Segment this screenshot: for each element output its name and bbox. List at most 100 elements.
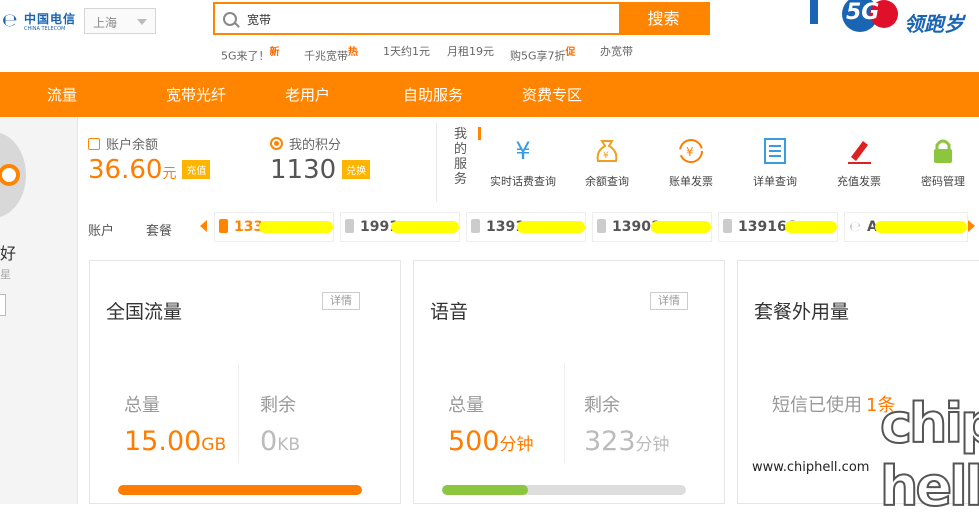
search-icon — [223, 12, 237, 26]
total-value: 15.00GB — [124, 426, 227, 457]
city-value: 上海 — [93, 16, 118, 30]
phone-icon — [471, 219, 480, 233]
redaction-mark — [875, 221, 967, 233]
usage-progress-fill — [442, 485, 529, 495]
services-title: 我的服务 — [454, 127, 468, 187]
divider — [436, 122, 437, 202]
watermark-url: www.chiphell.com — [752, 460, 870, 475]
account-tab[interactable]: 1391 — [466, 212, 586, 242]
hot-link-broadband[interactable]: 办宽带 — [600, 43, 633, 59]
usage-progress-bar — [442, 485, 686, 495]
hot-link-5g[interactable]: 5G来了！新 — [221, 43, 280, 64]
service-label: 密码管理 — [921, 175, 965, 188]
account-label: 账户 — [88, 224, 115, 239]
account-tab[interactable]: ℮ A — [844, 212, 968, 242]
logo-subtext: CHINA TELECOM — [24, 26, 66, 32]
banner-5g-text: 5G — [846, 0, 880, 25]
balance-amount: 36.60元 充值 — [88, 155, 211, 185]
money-bag-icon: ¥ — [567, 137, 647, 165]
account-tab[interactable]: 133 — [214, 212, 334, 242]
service-detail-query[interactable]: 详单查询 — [735, 137, 815, 189]
account-tab[interactable]: 1991 — [340, 212, 460, 242]
bill-refresh-icon: ¥ — [651, 137, 731, 165]
remain-label: 剩余 — [584, 395, 620, 416]
service-balance-query[interactable]: ¥ 余额查询 — [567, 137, 647, 189]
service-label: 余额查询 — [585, 175, 629, 188]
phone-icon — [723, 219, 732, 233]
watermark-logo: chip hell — [879, 391, 979, 518]
service-recharge-invoice[interactable]: 充值发票 — [819, 137, 899, 189]
redaction-mark — [517, 221, 585, 233]
total-value: 500分钟 — [448, 426, 534, 457]
greeting-text: 好 — [0, 244, 17, 263]
voice-usage-card: 语音 详情 总量 500分钟 剩余 323分钟 — [413, 260, 725, 504]
phone-icon — [345, 219, 354, 233]
search-input[interactable] — [247, 9, 617, 29]
phone-icon — [219, 219, 228, 233]
user-button[interactable] — [0, 294, 6, 316]
detail-button[interactable]: 详情 — [650, 292, 688, 310]
hot-link-daily[interactable]: 1天约1元 — [383, 43, 430, 59]
avatar-ring-icon — [0, 164, 20, 186]
points-value: 1130 兑换 — [270, 155, 371, 185]
account-switcher: 账户 套餐 133 1991 1391 13901 139166 ℮ A — [78, 208, 979, 248]
nav-item-tariffs[interactable]: 资费专区 — [522, 84, 582, 105]
redaction-mark — [391, 221, 459, 233]
service-bill-invoice[interactable]: ¥ 账单发票 — [651, 137, 731, 189]
site-watermark: chip hell www.chiphell.com — [752, 388, 979, 518]
svg-text:¥: ¥ — [603, 151, 609, 161]
service-label: 充值发票 — [837, 175, 881, 188]
divider — [564, 363, 565, 463]
lock-icon — [903, 137, 979, 165]
redaction-mark — [785, 221, 837, 233]
services-accent — [478, 127, 481, 140]
hot-link-discount[interactable]: 购5G享7折促 — [510, 43, 576, 64]
service-label: 实时话费查询 — [490, 175, 556, 188]
nav-item-existing-users[interactable]: 老用户 — [285, 84, 330, 105]
chevron-down-icon — [137, 19, 147, 25]
detail-button[interactable]: 详情 — [322, 292, 360, 310]
china-telecom-logo[interactable]: ℮ 中国电信 CHINA TELECOM — [0, 6, 78, 36]
pen-invoice-icon — [819, 137, 899, 165]
broadband-icon: ℮ — [849, 219, 861, 235]
main-nav: 流量 宽带光纤 老用户 自助服务 资费专区 — [0, 72, 979, 117]
search-box: 搜索 — [213, 2, 710, 35]
nav-item-broadband[interactable]: 宽带光纤 — [166, 84, 226, 105]
data-usage-card: 全国流量 详情 总量 15.00GB 剩余 0KB — [89, 260, 401, 504]
nav-item-self-service[interactable]: 自助服务 — [403, 84, 463, 105]
balance-panel: 账户余额 36.60元 充值 我的积分 1130 兑换 — [78, 117, 436, 203]
hot-link-monthly[interactable]: 月租19元 — [447, 43, 494, 59]
divider — [238, 363, 239, 463]
account-tab[interactable]: 139166 — [718, 212, 838, 242]
list-icon — [735, 137, 815, 165]
total-label: 总量 — [448, 395, 484, 416]
service-password[interactable]: 密码管理 — [903, 137, 979, 189]
promo-banner[interactable]: 5G 领跑岁 — [800, 0, 979, 36]
recharge-button[interactable]: 充值 — [182, 160, 211, 179]
account-tab[interactable]: 13901 — [592, 212, 712, 242]
balance-label: 账户余额 — [88, 134, 158, 153]
service-label: 详单查询 — [753, 175, 797, 188]
card-title: 语音 — [430, 301, 469, 323]
total-label: 总量 — [124, 395, 160, 416]
redeem-button[interactable]: 兑换 — [342, 160, 371, 179]
usage-progress-bar — [118, 485, 362, 495]
card-title: 全国流量 — [106, 301, 183, 323]
banner-slogan: 领跑岁 — [904, 12, 964, 36]
hot-link-gigabit[interactable]: 千兆宽带热 — [304, 43, 358, 64]
logo-text: 中国电信 — [24, 12, 77, 26]
service-realtime-bill[interactable]: ¥ 实时话费查询 — [483, 137, 563, 189]
remain-value: 323分钟 — [584, 426, 670, 457]
redaction-mark — [259, 221, 333, 233]
nav-item-traffic[interactable]: 流量 — [47, 84, 77, 105]
plan-label: 套餐 — [146, 224, 173, 239]
phone-icon — [597, 219, 606, 233]
remain-value: 0KB — [260, 426, 300, 457]
search-button[interactable]: 搜索 — [619, 4, 708, 33]
city-select[interactable]: 上海 — [84, 8, 156, 34]
redaction-mark — [651, 221, 711, 233]
points-label: 我的积分 — [270, 134, 341, 153]
svg-text:¥: ¥ — [686, 145, 694, 159]
arrow-right-icon[interactable] — [968, 220, 975, 232]
arrow-left-icon[interactable] — [200, 220, 207, 232]
